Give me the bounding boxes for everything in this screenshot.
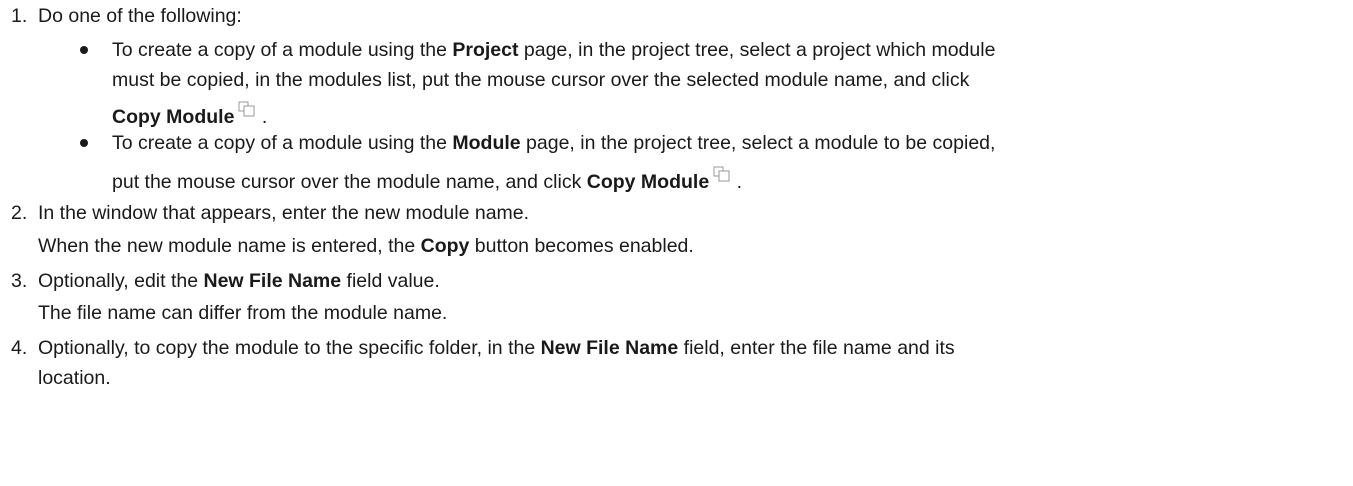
- step-text: In the window that appears, enter the ne…: [38, 202, 530, 224]
- step-number: 2.: [11, 202, 28, 224]
- step-number: 1.: [11, 5, 28, 27]
- bullet-1-line-1: To create a copy of a module using the P…: [112, 39, 996, 61]
- bullet-marker: [80, 139, 88, 147]
- step-number: 3.: [11, 270, 28, 292]
- bullet-1-line-2: must be copied, in the modules list, put…: [112, 69, 970, 91]
- bullet-1-line-3: Copy Module .: [112, 98, 267, 130]
- step-text: Optionally, edit the New File Name field…: [38, 270, 440, 292]
- copy-icon: [238, 98, 256, 124]
- step-3-note: The file name can differ from the module…: [38, 302, 448, 324]
- step-2-note: When the new module name is entered, the…: [38, 235, 694, 257]
- bullet-2-line-2: put the mouse cursor over the module nam…: [112, 163, 742, 195]
- step-4-line-2: location.: [38, 367, 111, 389]
- step-text: Optionally, to copy the module to the sp…: [38, 337, 955, 359]
- step-number: 4.: [11, 337, 28, 359]
- copy-icon: [713, 163, 731, 189]
- step-text: Do one of the following:: [38, 5, 242, 27]
- bullet-marker: [80, 46, 88, 54]
- bullet-2-line-1: To create a copy of a module using the M…: [112, 132, 996, 154]
